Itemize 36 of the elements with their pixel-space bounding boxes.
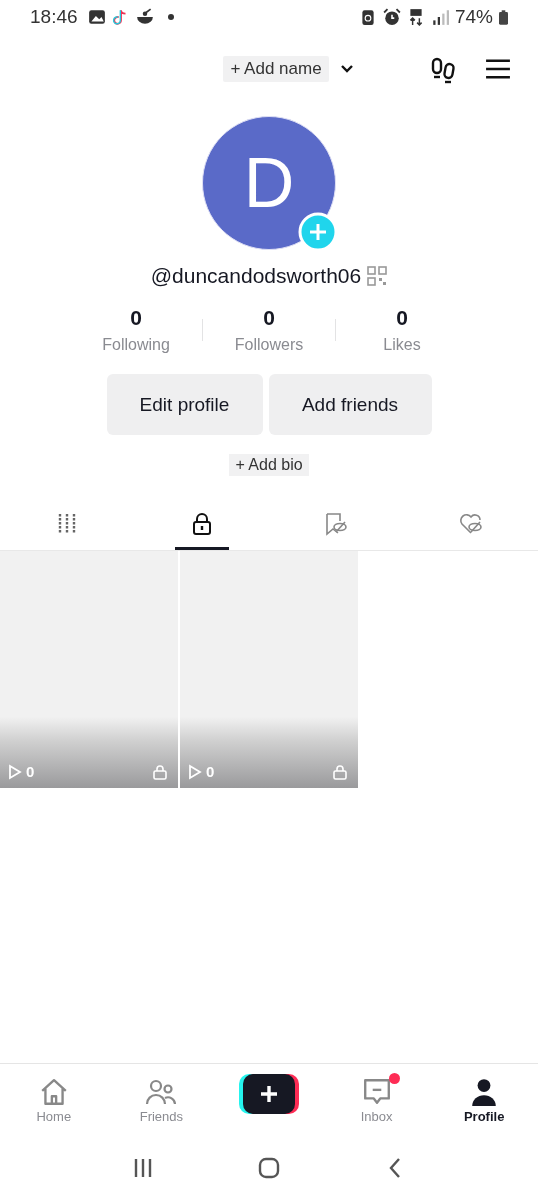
hidden-heart-icon bbox=[458, 511, 483, 536]
stat-count: 0 bbox=[396, 306, 408, 330]
create-icon bbox=[239, 1074, 299, 1114]
nav-tab[interactable]: Friends bbox=[107, 1076, 216, 1124]
footprints-icon[interactable] bbox=[430, 56, 458, 84]
play-icon bbox=[188, 763, 202, 780]
avatar[interactable]: D bbox=[202, 116, 336, 250]
profile-action-button[interactable]: Edit profile bbox=[106, 374, 263, 435]
stat-label: Likes bbox=[383, 336, 421, 354]
username: @duncandodsworth06 bbox=[150, 264, 362, 288]
qr-code-icon[interactable] bbox=[367, 266, 388, 286]
stat-label: Followers bbox=[234, 336, 304, 354]
battery-icon bbox=[499, 9, 508, 25]
battery-percentage: 74% bbox=[454, 6, 493, 28]
nav-tab[interactable]: Inbox bbox=[322, 1076, 431, 1124]
view-count: 0 bbox=[26, 763, 35, 780]
bowl-icon bbox=[135, 8, 154, 26]
image-icon bbox=[87, 8, 106, 26]
nav-tab[interactable]: Home bbox=[0, 1076, 108, 1124]
menu-icon[interactable] bbox=[484, 58, 512, 80]
nav-tab[interactable]: Profile bbox=[430, 1076, 538, 1124]
view-count: 0 bbox=[206, 763, 215, 780]
profile-action-button[interactable]: Add friends bbox=[268, 374, 432, 435]
status-time: 18:46 bbox=[30, 6, 78, 28]
notification-dot-icon bbox=[167, 14, 174, 20]
home-button-icon[interactable] bbox=[257, 1156, 281, 1180]
play-icon bbox=[8, 763, 22, 780]
stat-label: Following bbox=[102, 336, 170, 354]
add-bio-button[interactable]: + Add bio bbox=[229, 454, 309, 476]
alarm-icon bbox=[382, 8, 401, 26]
stat-count: 0 bbox=[263, 306, 275, 330]
signal-icon bbox=[430, 8, 449, 26]
hidden-bookmark-icon bbox=[324, 511, 349, 536]
add-photo-icon[interactable] bbox=[298, 212, 338, 252]
stat-count: 0 bbox=[130, 306, 142, 330]
add-name-button[interactable]: + Add name bbox=[223, 56, 329, 82]
